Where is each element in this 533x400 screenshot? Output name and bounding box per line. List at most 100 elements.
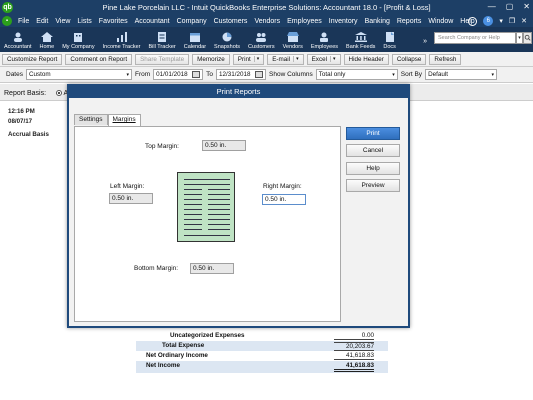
sort-by-label: Sort By: [400, 71, 423, 78]
margins-panel: Top Margin: 0.50 in. Left Margin: 0.50 i…: [74, 126, 341, 322]
vendors-label: Vendors: [282, 44, 303, 50]
show-columns-select[interactable]: Total only ▾: [315, 69, 398, 80]
to-date-field[interactable]: 12/31/2018: [216, 69, 267, 80]
calendar-icon[interactable]: [255, 71, 264, 78]
minimize-icon[interactable]: —: [488, 2, 496, 11]
table-row[interactable]: Net Ordinary Income 41,618.83: [136, 351, 388, 361]
search-dropdown-icon[interactable]: ▾: [516, 32, 523, 44]
bank-feeds-button[interactable]: Bank Feeds: [346, 32, 375, 52]
customers-label: Customers: [248, 44, 275, 50]
docs-label: Docs: [383, 44, 396, 50]
menu-file[interactable]: File: [18, 18, 29, 25]
filter-bar: Dates Custom ▾ From 01/01/2018 To 12/31/2…: [0, 67, 533, 83]
search-input[interactable]: Search Company or Help: [434, 32, 516, 44]
menu-view[interactable]: View: [55, 18, 70, 25]
excel-menu-button[interactable]: Excel ▾: [306, 53, 341, 65]
tab-settings[interactable]: Settings: [74, 114, 108, 125]
print-button[interactable]: Print: [346, 127, 400, 140]
share-template-button[interactable]: Share Template: [135, 53, 190, 65]
email-menu-label: E-mail: [272, 55, 291, 63]
bank-feeds-icon: [354, 32, 367, 42]
my-company-button[interactable]: My Company: [62, 32, 95, 52]
hide-header-button[interactable]: Hide Header: [343, 53, 389, 65]
close-report-icon[interactable]: ✕: [521, 17, 527, 25]
app-menu-icon[interactable]: ▪: [2, 16, 12, 26]
show-columns-value: Total only: [318, 71, 346, 78]
income-tracker-button[interactable]: Income Tracker: [103, 32, 141, 52]
menu-banking[interactable]: Banking: [365, 18, 390, 25]
from-label: From: [134, 71, 151, 78]
menu-vendors[interactable]: Vendors: [254, 18, 280, 25]
report-time: 12:16 PM: [8, 108, 35, 115]
comment-on-report-button[interactable]: Comment on Report: [65, 53, 133, 65]
employees-button[interactable]: Employees: [311, 32, 338, 52]
restore-window-icon[interactable]: ❐: [509, 17, 515, 25]
maximize-icon[interactable]: ▢: [506, 2, 514, 11]
customize-report-button[interactable]: Customize Report: [2, 53, 63, 65]
dates-select[interactable]: Custom ▾: [25, 69, 132, 80]
print-menu-button[interactable]: Print ▾: [232, 53, 265, 65]
docs-button[interactable]: Docs: [383, 32, 396, 52]
sort-by-value: Default: [428, 71, 449, 78]
menu-customers[interactable]: Customers: [214, 18, 248, 25]
excel-menu-label: Excel: [311, 55, 327, 63]
vendors-button[interactable]: Vendors: [283, 32, 303, 52]
calendar-button[interactable]: Calendar: [184, 32, 206, 52]
cancel-button[interactable]: Cancel: [346, 144, 400, 157]
home-button[interactable]: Home: [40, 32, 54, 52]
menu-company[interactable]: Company: [177, 18, 207, 25]
menu-accountant[interactable]: Accountant: [135, 18, 170, 25]
right-margin-field[interactable]: 0.50 in.: [262, 194, 306, 205]
chevron-down-icon[interactable]: ▾: [499, 17, 503, 25]
row-label: Net Ordinary Income: [146, 352, 208, 359]
menu-reports[interactable]: Reports: [397, 18, 422, 25]
accountant-icon: [12, 32, 24, 42]
report-basis-text: Accrual Basis: [8, 131, 49, 138]
row-label: Uncategorized Expenses: [170, 332, 245, 339]
collapse-button[interactable]: Collapse: [391, 53, 427, 65]
search-icon[interactable]: [523, 32, 532, 44]
preview-button[interactable]: Preview: [346, 179, 400, 192]
notifications-badge[interactable]: 6: [483, 16, 494, 26]
dates-label: Dates: [6, 71, 23, 78]
more-arrow-icon[interactable]: »: [423, 38, 427, 45]
menu-window[interactable]: Window: [428, 18, 453, 25]
report-basis-label: Report Basis:: [4, 90, 47, 97]
dialog-tabs: Settings Margins: [74, 114, 141, 126]
to-date-value: 12/31/2018: [219, 71, 251, 78]
menu-edit[interactable]: Edit: [36, 18, 48, 25]
table-row[interactable]: Total Expense 20,203.67: [136, 341, 388, 351]
bottom-margin-field[interactable]: 0.50 in.: [190, 263, 234, 274]
accrual-radio[interactable]: [55, 90, 62, 96]
bottom-margin-label: Bottom Margin:: [134, 265, 179, 272]
menu-employees[interactable]: Employees: [287, 18, 322, 25]
from-date-field[interactable]: 01/01/2018: [153, 69, 204, 80]
window-title: Pine Lake Porcelain LLC - Intuit QuickBo…: [102, 3, 431, 12]
memorize-button[interactable]: Memorize: [192, 53, 230, 65]
table-row[interactable]: Net Income 41,618.83: [136, 361, 388, 373]
calendar-icon[interactable]: [192, 71, 201, 78]
close-icon[interactable]: ✕: [523, 2, 530, 11]
customers-button[interactable]: Customers: [248, 32, 275, 52]
sort-by-select[interactable]: Default ▾: [425, 69, 498, 80]
top-margin-field[interactable]: 0.50 in.: [202, 140, 246, 151]
menu-inventory[interactable]: Inventory: [329, 18, 358, 25]
reminders-clock-icon[interactable]: [468, 16, 478, 26]
tab-margins[interactable]: Margins: [107, 114, 141, 126]
snapshots-button[interactable]: Snapshots: [214, 32, 240, 52]
menu-favorites[interactable]: Favorites: [99, 18, 128, 25]
report-table: Uncategorized Expenses 0.00 Total Expens…: [136, 331, 388, 373]
accountant-label: Accountant: [4, 44, 32, 50]
row-label: Net Income: [146, 362, 180, 369]
accountant-button[interactable]: Accountant: [4, 32, 32, 52]
left-margin-label: Left Margin:: [110, 183, 145, 190]
refresh-button[interactable]: Refresh: [429, 53, 462, 65]
email-menu-button[interactable]: E-mail ▾: [267, 53, 304, 65]
dialog-title: Print Reports: [69, 86, 408, 98]
table-row[interactable]: Uncategorized Expenses 0.00: [136, 331, 388, 341]
left-margin-field[interactable]: 0.50 in.: [109, 193, 153, 204]
bill-tracker-button[interactable]: Bill Tracker: [149, 32, 176, 52]
menu-lists[interactable]: Lists: [77, 18, 91, 25]
home-icon: [40, 32, 53, 42]
help-button[interactable]: Help: [346, 162, 400, 175]
